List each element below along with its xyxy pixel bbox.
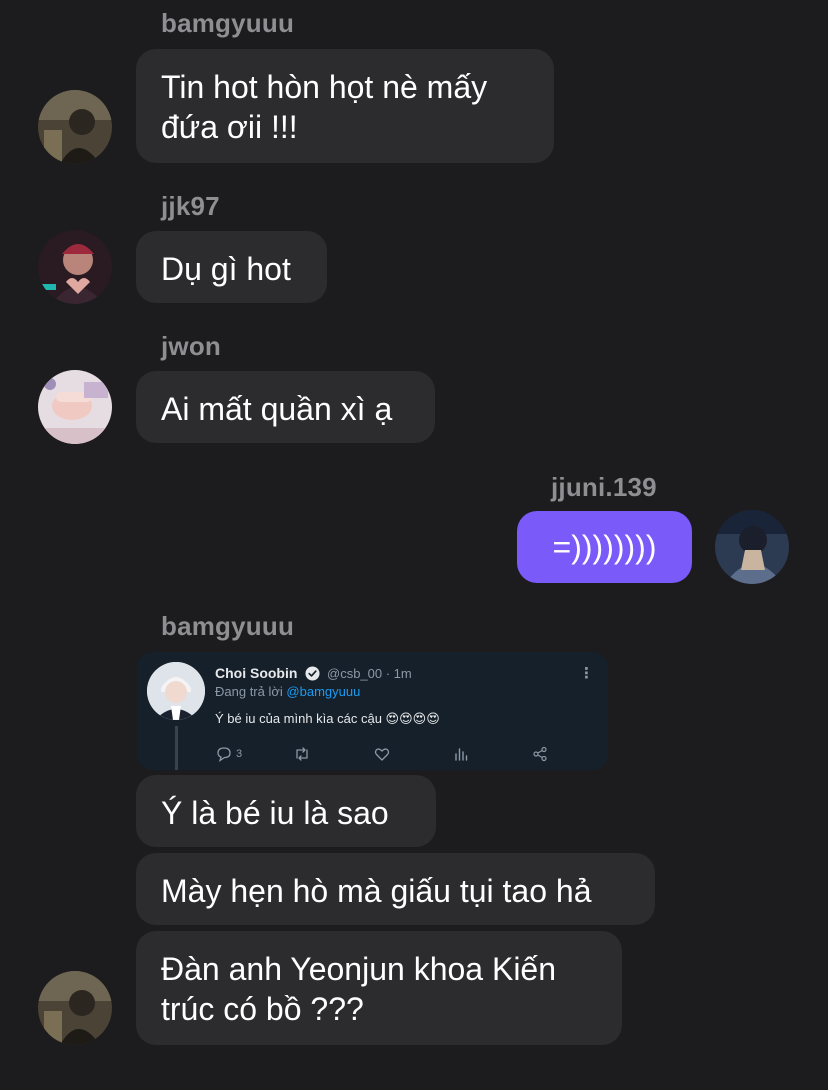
sender-name: jwon xyxy=(161,331,222,361)
message-text: Ý là bé iu là sao xyxy=(161,795,389,831)
tweet-author-name[interactable]: Choi Soobin xyxy=(215,665,297,681)
sender-name: jjuni.139 xyxy=(551,472,657,502)
message-bubble[interactable]: Tin hot hòn họt nè mấy đứa ơii !!! xyxy=(136,49,554,163)
reply-count: 3 xyxy=(236,748,243,760)
message-text: Dụ gì hot xyxy=(161,251,291,287)
avatar-jjuni[interactable] xyxy=(715,510,789,584)
avatar-jjk97[interactable] xyxy=(38,230,112,304)
tweet-replying-to: Đang trả lời @bamgyuuu xyxy=(215,684,360,699)
reply-icon xyxy=(217,747,231,763)
tweet-actions: 3 xyxy=(215,744,555,764)
tweet-replying-prefix: Đang trả lời xyxy=(215,684,283,699)
like-icon xyxy=(374,748,390,761)
tweet-views-action[interactable] xyxy=(452,744,470,764)
tweet-text: Ý bé iu của mình kìa các cậu 😍😍😍😍 xyxy=(215,711,440,726)
verified-icon xyxy=(305,666,320,681)
sender-name: bamgyuuu xyxy=(161,8,295,38)
sender-name: bamgyuuu xyxy=(161,611,295,641)
tweet-thread-line xyxy=(175,726,178,770)
avatar-bamgyuuu[interactable] xyxy=(38,971,112,1045)
views-icon xyxy=(455,748,468,761)
tweet-like-action[interactable] xyxy=(373,744,391,764)
tweet-reply-action[interactable]: 3 xyxy=(215,744,242,764)
message-text: Tin hot hòn họt nè mấy xyxy=(161,69,488,105)
more-icon[interactable]: ⋮ xyxy=(579,664,594,682)
share-icon xyxy=(533,746,547,762)
message-text: đứa ơii !!! xyxy=(161,109,298,145)
message-text: Ai mất quần xì ạ xyxy=(161,391,393,427)
message-text: trúc có bồ ??? xyxy=(161,991,364,1027)
message-bubble[interactable]: Dụ gì hot xyxy=(136,231,327,303)
message-bubble[interactable]: Đàn anh Yeonjun khoa Kiến trúc có bồ ??? xyxy=(136,931,622,1045)
tweet-handle-time: @csb_00 · 1m xyxy=(327,666,412,681)
tweet-share-action[interactable] xyxy=(531,744,549,764)
avatar-bamgyuuu[interactable] xyxy=(38,90,112,164)
tweet-mention-link[interactable]: @bamgyuuu xyxy=(286,684,360,699)
message-text: =)))))))) xyxy=(552,529,657,565)
sender-name: jjk97 xyxy=(161,191,220,221)
tweet-author-avatar[interactable] xyxy=(147,662,205,720)
avatar-jwon[interactable] xyxy=(38,370,112,444)
message-bubble[interactable]: Ai mất quần xì ạ xyxy=(136,371,435,443)
message-text: Đàn anh Yeonjun khoa Kiến xyxy=(161,951,557,987)
retweet-icon xyxy=(296,747,308,761)
message-text: Mày hẹn hò mà giấu tụi tao hả xyxy=(161,873,592,909)
shared-tweet-card[interactable]: Choi Soobin @csb_00 · 1m ⋮ Đang trả lời … xyxy=(137,652,608,770)
message-bubble[interactable]: Ý là bé iu là sao xyxy=(136,775,436,847)
message-bubble-own[interactable]: =)))))))) xyxy=(517,511,692,583)
tweet-retweet-action[interactable] xyxy=(293,744,311,764)
message-bubble[interactable]: Mày hẹn hò mà giấu tụi tao hả xyxy=(136,853,655,925)
